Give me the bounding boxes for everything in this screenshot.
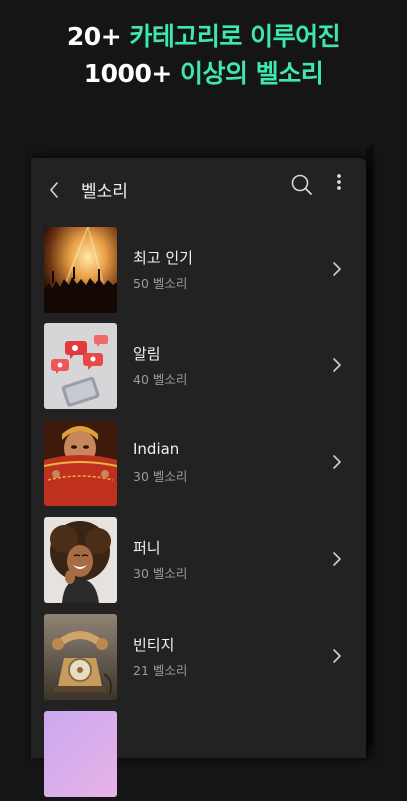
promo-headline: 20+ 카테고리로 이루어진 1000+ 이상의 벨소리: [0, 18, 407, 92]
chevron-right-icon: [333, 552, 341, 566]
category-name: 빈티지: [133, 636, 175, 654]
search-button[interactable]: [289, 172, 315, 198]
promo-line-1: 20+ 카테고리로 이루어진: [66, 22, 341, 51]
page-title: 벨소리: [81, 182, 128, 202]
category-name: 알림: [133, 345, 161, 363]
phone-screen: 벨소리 최고 인기 50 벨소리 알림 40 벨소리 Indian 30 벨소리…: [31, 158, 366, 797]
concert-image: [44, 227, 117, 313]
more-button[interactable]: [331, 172, 347, 198]
chevron-right-icon: [333, 262, 341, 276]
back-button[interactable]: [45, 178, 65, 202]
app-bar: 벨소리: [31, 158, 366, 218]
chevron-left-icon: [50, 182, 58, 198]
category-count: 40 벨소리: [133, 372, 188, 387]
chevron-right-icon: [333, 455, 341, 469]
chevron-right-icon: [333, 649, 341, 663]
notification-thumbnail: [44, 323, 117, 409]
category-count: 30 벨소리: [133, 469, 188, 484]
category-count: 50 벨소리: [133, 276, 188, 291]
category-row-funny[interactable]: 퍼니 30 벨소리: [31, 517, 366, 607]
more-vertical-icon: [337, 174, 341, 190]
category-row-vintage[interactable]: 빈티지 21 벨소리: [31, 614, 366, 704]
indian-thumbnail: [44, 420, 117, 506]
category-name: Indian: [133, 440, 180, 458]
category-row-top[interactable]: 최고 인기 50 벨소리: [31, 227, 366, 317]
category-count: 21 벨소리: [133, 663, 188, 678]
category-row-indian[interactable]: Indian 30 벨소리: [31, 420, 366, 510]
phone-edge: [366, 142, 374, 750]
concert-thumbnail: [44, 227, 117, 313]
funny-thumbnail: [44, 517, 117, 603]
chevron-right-icon: [333, 358, 341, 372]
category-count: 30 벨소리: [133, 566, 188, 581]
promo-line-2: 1000+ 이상의 벨소리: [83, 59, 324, 88]
category-name: 퍼니: [133, 539, 161, 557]
vintage-thumbnail: [44, 614, 117, 700]
category-row-notification[interactable]: 알림 40 벨소리: [31, 323, 366, 413]
vintage-telephone-image: [44, 614, 117, 700]
indian-image: [44, 420, 117, 506]
search-icon: [291, 174, 312, 195]
funny-image: [44, 517, 117, 603]
next-thumbnail: [44, 711, 117, 797]
category-row-next[interactable]: [31, 711, 366, 801]
category-name: 최고 인기: [133, 249, 193, 267]
notification-image: [44, 323, 117, 409]
